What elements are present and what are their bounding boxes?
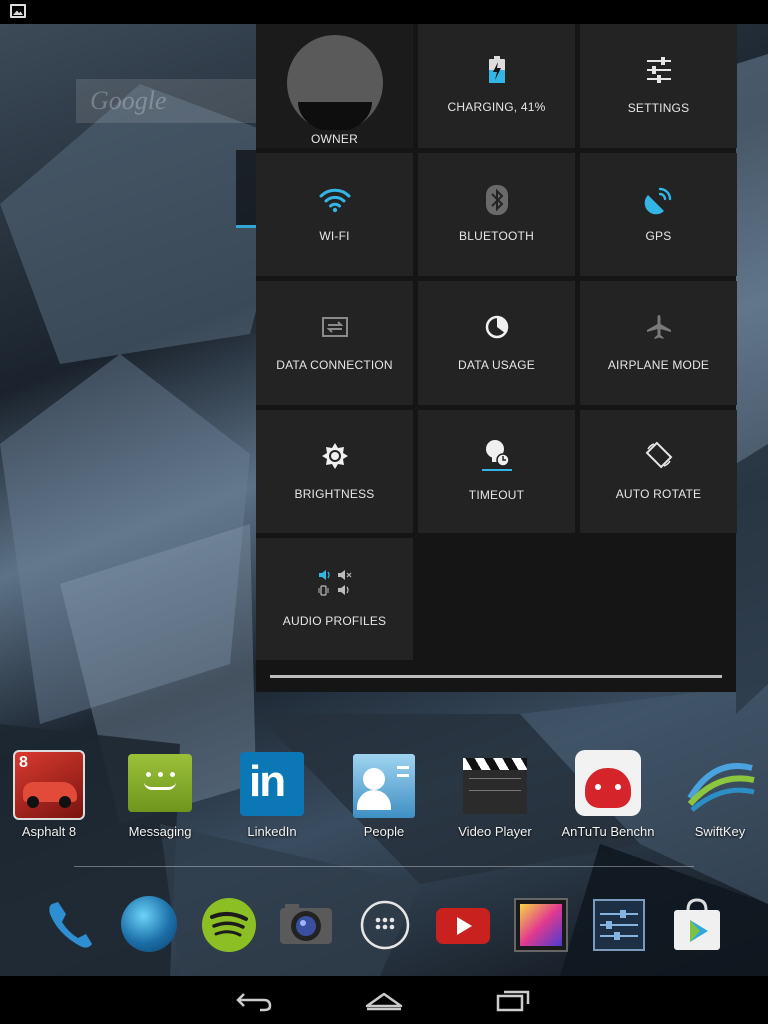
tile-timeout[interactable]: TIMEOUT: [418, 410, 575, 533]
data-usage-icon: [485, 315, 508, 339]
navigation-bar: [0, 976, 768, 1024]
quick-settings-panel: OWNER CHARGING, 41% SETTINGS WI-FI BLUET…: [256, 24, 737, 692]
browser-icon[interactable]: [121, 896, 179, 954]
user-avatar-icon: [286, 35, 383, 132]
tile-wifi[interactable]: WI-FI: [256, 153, 413, 276]
tile-charging[interactable]: CHARGING, 41%: [418, 24, 575, 148]
app-label: Messaging: [128, 824, 192, 839]
settings-app-icon[interactable]: [590, 896, 648, 954]
timeout-icon: [481, 440, 512, 471]
app-label: Video Player: [458, 824, 532, 839]
home-icon: [365, 992, 403, 1011]
messaging-icon: [128, 754, 192, 812]
tile-gps-label: GPS: [645, 229, 672, 243]
tile-bluetooth[interactable]: BLUETOOTH: [418, 153, 575, 276]
antutu-icon: [575, 750, 641, 816]
data-connection-icon: [321, 317, 348, 337]
home-button[interactable]: [360, 984, 408, 1016]
status-bar: [0, 0, 768, 24]
tile-bluetooth-label: BLUETOOTH: [459, 229, 534, 243]
battery-charging-icon: [488, 56, 505, 83]
tile-gps[interactable]: GPS: [580, 153, 737, 276]
tile-airplane-mode-label: AIRPLANE MODE: [607, 358, 710, 372]
app-label: People: [363, 824, 405, 839]
tile-auto-rotate-label: AUTO ROTATE: [615, 487, 702, 501]
youtube-icon[interactable]: [434, 896, 492, 954]
dock-divider: [74, 866, 694, 867]
asphalt-8-icon: 8: [13, 750, 85, 820]
app-label: LinkedIn: [247, 824, 297, 839]
tile-data-connection[interactable]: DATA CONNECTION: [256, 281, 413, 405]
back-icon: [236, 993, 272, 1012]
tile-owner-label: OWNER: [311, 132, 358, 146]
back-button[interactable]: [232, 984, 280, 1016]
bluetooth-icon: [485, 185, 508, 215]
people-icon: [353, 754, 415, 818]
recent-apps-icon: [496, 990, 530, 1012]
quick-settings-scrollbar[interactable]: [270, 675, 722, 678]
tile-brightness[interactable]: BRIGHTNESS: [256, 410, 413, 533]
app-label: SwiftKey: [694, 824, 746, 839]
swiftkey-icon: [684, 758, 756, 818]
tile-brightness-label: BRIGHTNESS: [294, 487, 375, 501]
video-player-icon: [463, 758, 527, 814]
all-apps-icon[interactable]: [356, 896, 414, 954]
gps-icon: [644, 187, 671, 215]
spotify-icon[interactable]: [200, 896, 258, 954]
camera-icon[interactable]: [277, 896, 335, 954]
phone-icon[interactable]: [42, 896, 100, 954]
image-notification-icon[interactable]: [10, 4, 26, 18]
app-label: AnTuTu Benchn: [561, 824, 655, 839]
recent-apps-button[interactable]: [490, 984, 538, 1016]
tile-data-usage-label: DATA USAGE: [458, 358, 535, 372]
tile-timeout-label: TIMEOUT: [468, 488, 525, 502]
widget-edge: [236, 150, 256, 228]
play-store-icon[interactable]: [668, 896, 726, 954]
app-label: Asphalt 8: [21, 824, 77, 839]
wifi-icon: [319, 188, 350, 213]
airplane-icon: [646, 315, 671, 339]
tile-charging-label: CHARGING, 41%: [447, 100, 546, 114]
tile-wifi-label: WI-FI: [319, 229, 350, 243]
tile-settings[interactable]: SETTINGS: [580, 24, 737, 148]
tile-audio-profiles-label: AUDIO PROFILES: [282, 614, 387, 628]
tile-airplane-mode[interactable]: AIRPLANE MODE: [580, 281, 737, 405]
linkedin-icon: in: [240, 752, 304, 816]
tile-settings-label: SETTINGS: [627, 101, 690, 115]
brightness-icon: [321, 443, 348, 469]
audio-profiles-icon: [318, 570, 351, 596]
tile-owner[interactable]: OWNER: [256, 24, 413, 148]
tile-auto-rotate[interactable]: AUTO ROTATE: [580, 410, 737, 533]
tile-data-connection-label: DATA CONNECTION: [276, 358, 393, 372]
auto-rotate-icon: [645, 441, 672, 469]
tile-data-usage[interactable]: DATA USAGE: [418, 281, 575, 405]
gallery-icon[interactable]: [512, 896, 570, 954]
sliders-icon: [646, 57, 671, 83]
google-search-text: Google: [90, 86, 167, 115]
tile-audio-profiles[interactable]: AUDIO PROFILES: [256, 538, 413, 660]
